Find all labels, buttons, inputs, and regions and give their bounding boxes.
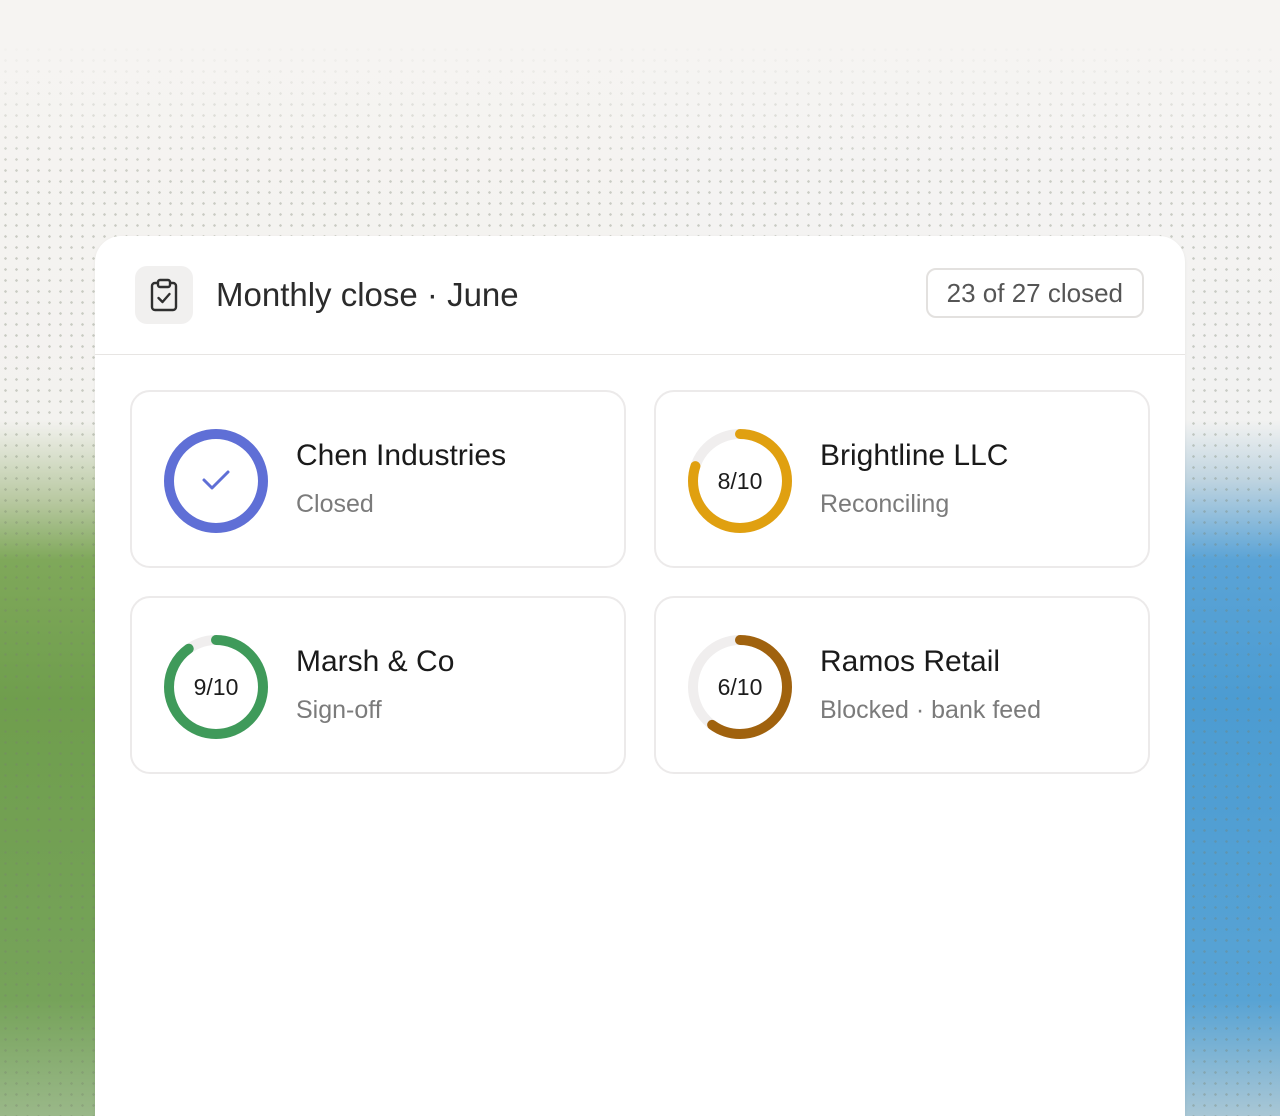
progress-count-label: 8/10: [717, 467, 763, 494]
progress-count-label: 6/10: [717, 673, 763, 700]
entity-card-ramos-retail[interactable]: 6/10 Ramos Retail Blocked · bank feed: [654, 596, 1150, 774]
check-icon: [202, 470, 230, 490]
closed-count-badge: 23 of 27 closed: [925, 268, 1144, 318]
entity-status: Closed: [296, 490, 374, 518]
progress-ring-svg: [164, 429, 268, 533]
entity-card-brightline-llc[interactable]: 8/10 Brightline LLC Reconciling: [654, 390, 1150, 568]
entity-status: Reconciling: [820, 490, 950, 518]
entity-status: Sign-off: [296, 696, 382, 724]
progress-ring: [164, 429, 268, 533]
entity-status: Blocked · bank feed: [820, 696, 1041, 724]
monthly-close-panel: Monthly close · June 23 of 27 closed Che…: [95, 236, 1185, 1116]
clipboard-icon-box: [135, 266, 193, 324]
progress-count-label: 9/10: [193, 673, 239, 700]
entity-name: Marsh & Co: [296, 645, 455, 678]
clipboard-check-icon: [150, 278, 178, 312]
entity-name: Chen Industries: [296, 439, 507, 472]
entity-card-marsh-co[interactable]: 9/10 Marsh & Co Sign-off: [130, 596, 626, 774]
progress-ring: 8/10: [688, 429, 792, 533]
page-title: Monthly close · June: [216, 276, 519, 313]
entity-name: Ramos Retail: [820, 645, 1001, 678]
panel-header: Monthly close · June 23 of 27 closed: [95, 236, 1185, 355]
progress-ring: 9/10: [164, 635, 268, 739]
entity-name: Brightline LLC: [820, 439, 1009, 472]
entity-card-chen-industries[interactable]: Chen Industries Closed: [130, 390, 626, 568]
progress-ring: 6/10: [688, 635, 792, 739]
progress-ring-arc: [164, 429, 268, 533]
